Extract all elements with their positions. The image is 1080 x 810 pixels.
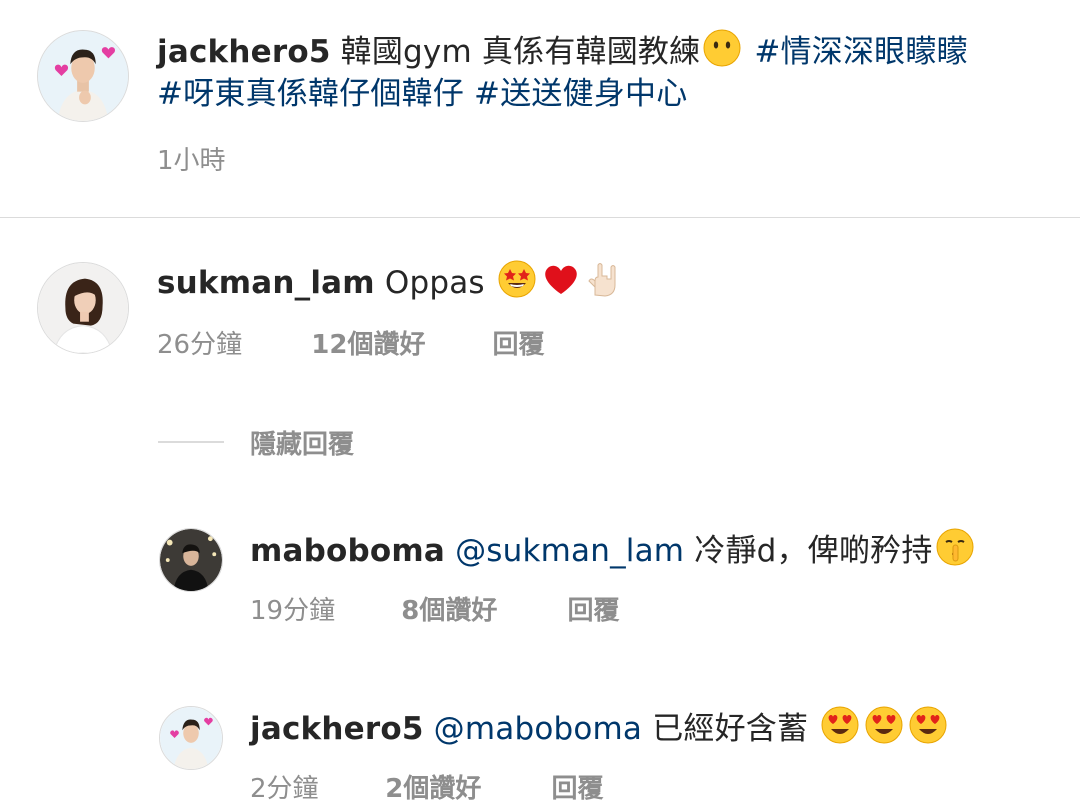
avatar[interactable] [159,706,223,770]
post-username[interactable]: jackhero5 [157,34,331,70]
hide-replies-button[interactable]: 隱藏回覆 [250,424,354,461]
star-struck-face-icon [497,259,537,299]
mention-link[interactable]: @maboboma [434,711,642,747]
heart-eyes-face-icon [864,705,904,745]
reply-button[interactable]: 回覆 [552,768,604,805]
comment-timestamp: 26分鐘 [157,330,243,360]
divider [0,217,1080,218]
reply-body: 冷靜d，俾啲矜持 [694,533,933,569]
hashtag-link[interactable]: #呀東真係韓仔個韓仔 [157,76,464,112]
post-timestamp: 1小時 [157,146,226,176]
likes-count-button[interactable]: 8個讚好 [401,590,559,627]
reply-timestamp: 19分鐘 [250,596,336,626]
avatar[interactable] [37,262,129,354]
rock-on-hand-icon [585,259,625,299]
avatar[interactable] [159,528,223,592]
heart-eyes-face-icon [908,705,948,745]
post-caption-text: 韓國gym 真係有韓國教練 [340,34,701,70]
heart-eyes-face-icon [820,705,860,745]
hashtag-link[interactable]: #送送健身中心 [474,76,687,112]
comment-meta: 26分鐘 12個讚好 回覆 [157,324,545,361]
no-mouth-face-icon [702,28,742,68]
red-heart-icon [541,259,581,299]
likes-count-button[interactable]: 12個讚好 [311,324,484,361]
likes-count-button[interactable]: 2個讚好 [385,768,543,805]
reply-username[interactable]: maboboma [250,533,445,569]
reply-button[interactable]: 回覆 [493,324,545,361]
reply-username[interactable]: jackhero5 [250,711,424,747]
reply-body: 已經好含蓄 [652,711,809,747]
comment-username[interactable]: sukman_lam [157,265,375,301]
reply-meta: 2分鐘 2個讚好 回覆 [250,768,604,805]
comment-body: Oppas [384,265,485,301]
shushing-face-icon [935,527,975,567]
reply-text: maboboma @sukman_lam 冷靜d，俾啲矜持 [250,527,1070,572]
avatar[interactable] [37,30,129,122]
post-caption: jackhero5 韓國gym 真係有韓國教練 #情深深眼矇矇 #呀東真係韓仔個… [157,28,1057,115]
comment-text: sukman_lam Oppas [157,259,1057,304]
hide-replies-line [158,441,224,443]
hashtag-link[interactable]: #情深深眼矇矇 [754,34,967,70]
mention-link[interactable]: @sukman_lam [455,533,684,569]
reply-timestamp: 2分鐘 [250,774,319,804]
reply-meta: 19分鐘 8個讚好 回覆 [250,590,620,627]
reply-button[interactable]: 回覆 [568,590,620,627]
reply-text: jackhero5 @maboboma 已經好含蓄 [250,705,1070,750]
